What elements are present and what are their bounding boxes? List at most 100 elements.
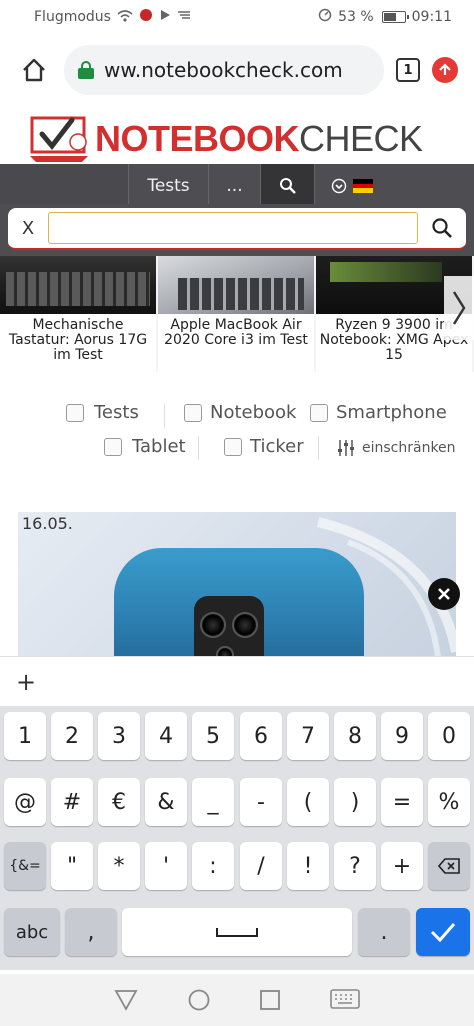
keyboard-expand-button[interactable]: + bbox=[16, 668, 36, 696]
key[interactable]: 2 bbox=[51, 712, 93, 760]
key[interactable]: ? bbox=[334, 842, 376, 890]
key[interactable]: 1 bbox=[4, 712, 46, 760]
chevron-right-icon bbox=[452, 291, 466, 325]
checkbox[interactable] bbox=[66, 403, 84, 422]
key[interactable]: 9 bbox=[381, 712, 423, 760]
system-navigation-bar bbox=[0, 974, 474, 1026]
space-key[interactable] bbox=[122, 908, 352, 956]
key[interactable]: 8 bbox=[334, 712, 376, 760]
key[interactable]: 0 bbox=[428, 712, 470, 760]
key[interactable]: % bbox=[428, 778, 470, 826]
status-bar: Flugmodus 53 % 09:11 bbox=[0, 0, 474, 34]
home-circle-icon[interactable] bbox=[187, 988, 211, 1012]
logo-wordmark: NOTEBOOKCHECK bbox=[95, 118, 423, 160]
search-submit-button[interactable] bbox=[428, 214, 456, 242]
signal-icon bbox=[177, 9, 191, 25]
key[interactable]: _ bbox=[192, 778, 234, 826]
filter-options: Tests Notebook Smartphone Tablet Ticker … bbox=[0, 398, 474, 468]
enter-key[interactable] bbox=[416, 908, 470, 956]
search-box: X bbox=[8, 208, 466, 250]
key[interactable]: € bbox=[98, 778, 140, 826]
filter-label: Notebook bbox=[210, 402, 297, 423]
address-bar[interactable]: ww.notebookcheck.com bbox=[64, 45, 384, 95]
recents-icon[interactable] bbox=[259, 989, 281, 1011]
divider bbox=[164, 404, 165, 428]
keyboard-hide-icon[interactable] bbox=[329, 989, 360, 1011]
close-ad-button[interactable] bbox=[428, 578, 460, 610]
key[interactable]: = bbox=[381, 778, 423, 826]
carousel-title: Mechanische Tastatur: Aorus 17G im Test bbox=[8, 317, 148, 363]
carousel-card[interactable]: Apple MacBook Air 2020 Core i3 im Test bbox=[158, 256, 314, 372]
home-button[interactable] bbox=[16, 52, 52, 88]
site-header: NOTEBOOKCHECK bbox=[0, 108, 474, 166]
checkbox[interactable] bbox=[224, 437, 242, 456]
key[interactable]: ! bbox=[287, 842, 329, 890]
data-saver-icon bbox=[318, 8, 332, 26]
comma-key[interactable]: , bbox=[65, 908, 117, 956]
key[interactable]: + bbox=[381, 842, 423, 890]
notebookcheck-logo[interactable] bbox=[28, 112, 90, 164]
abc-key[interactable]: abc bbox=[4, 908, 60, 956]
key[interactable]: " bbox=[51, 842, 93, 890]
nav-search-button[interactable] bbox=[260, 164, 314, 208]
space-icon bbox=[216, 928, 258, 937]
key[interactable]: 5 bbox=[192, 712, 234, 760]
logo-word-red: NOTEBOOK bbox=[95, 118, 300, 159]
checkbox[interactable] bbox=[310, 403, 328, 422]
update-button[interactable] bbox=[432, 57, 458, 83]
checkbox[interactable] bbox=[184, 403, 202, 422]
key[interactable]: 3 bbox=[98, 712, 140, 760]
key[interactable]: * bbox=[98, 842, 140, 890]
sliders-icon bbox=[338, 440, 354, 456]
tab-switcher-button[interactable]: 1 bbox=[396, 58, 420, 82]
search-icon bbox=[279, 178, 296, 194]
key[interactable]: 6 bbox=[240, 712, 282, 760]
key[interactable]: / bbox=[240, 842, 282, 890]
back-icon[interactable] bbox=[114, 989, 138, 1011]
search-input[interactable] bbox=[48, 212, 418, 244]
key[interactable]: ' bbox=[145, 842, 187, 890]
key[interactable]: # bbox=[51, 778, 93, 826]
key[interactable]: 7 bbox=[287, 712, 329, 760]
filter-notebook[interactable]: Notebook bbox=[184, 402, 296, 423]
carousel-card[interactable]: Mechanische Tastatur: Aorus 17G im Test bbox=[0, 256, 156, 372]
key[interactable]: ( bbox=[287, 778, 329, 826]
filter-ticker[interactable]: Ticker bbox=[224, 436, 304, 457]
filter-label: Tablet bbox=[132, 436, 186, 457]
language-selector[interactable] bbox=[314, 164, 388, 208]
article-teaser[interactable]: 16.05. bbox=[18, 512, 456, 658]
carousel-next-button[interactable] bbox=[444, 276, 474, 340]
filter-tests[interactable]: Tests bbox=[66, 402, 139, 423]
nav-spacer bbox=[0, 164, 128, 208]
key[interactable]: 4 bbox=[145, 712, 187, 760]
status-airplane-label: Flugmodus bbox=[34, 9, 111, 25]
german-flag-icon bbox=[352, 179, 373, 194]
search-close-button[interactable]: X bbox=[18, 218, 38, 239]
restrict-label: einschränken bbox=[362, 440, 456, 456]
checkbox[interactable] bbox=[104, 437, 122, 456]
home-icon bbox=[23, 58, 45, 82]
key[interactable]: @ bbox=[4, 778, 46, 826]
period-key[interactable]: . bbox=[358, 908, 410, 956]
divider bbox=[318, 436, 319, 460]
filter-smartphone[interactable]: Smartphone bbox=[310, 402, 447, 423]
filter-tablet[interactable]: Tablet bbox=[104, 436, 186, 457]
backspace-icon bbox=[438, 858, 460, 874]
lock-icon bbox=[78, 61, 94, 79]
nav-tests[interactable]: Tests bbox=[128, 164, 208, 208]
key[interactable]: ) bbox=[334, 778, 376, 826]
wifi-icon bbox=[117, 9, 133, 25]
arrow-up-icon bbox=[439, 63, 451, 75]
search-icon bbox=[432, 218, 452, 238]
restrict-filter-button[interactable]: einschränken bbox=[336, 438, 456, 458]
soft-keyboard: 1 2 3 4 5 6 7 8 9 0 @ # € & _ - ( ) = % … bbox=[0, 706, 474, 970]
key[interactable]: & bbox=[145, 778, 187, 826]
key[interactable]: - bbox=[240, 778, 282, 826]
symbols-toggle-key[interactable]: {&= bbox=[4, 842, 46, 890]
checkmark-icon bbox=[430, 923, 456, 942]
backspace-key[interactable] bbox=[428, 842, 470, 890]
filter-label: Ticker bbox=[250, 436, 304, 457]
key[interactable]: : bbox=[192, 842, 234, 890]
article-date: 16.05. bbox=[22, 514, 73, 533]
nav-more[interactable]: ... bbox=[208, 164, 260, 208]
